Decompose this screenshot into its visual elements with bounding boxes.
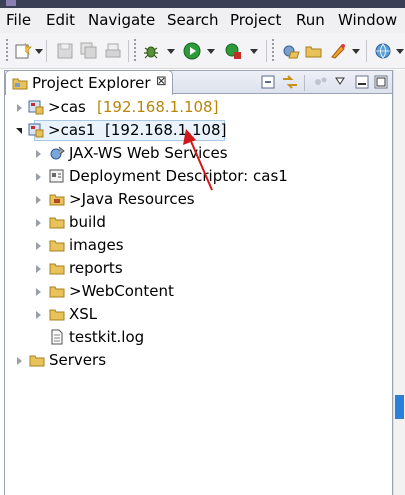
folder-icon — [49, 286, 65, 298]
deploy-icon[interactable] — [329, 42, 347, 60]
collapse-all-icon[interactable] — [261, 75, 275, 89]
tree-item-label: reports — [69, 259, 123, 277]
minimize-view-icon[interactable] — [355, 75, 369, 89]
debug-icon[interactable] — [142, 42, 160, 60]
link-with-editor-icon[interactable] — [281, 74, 299, 90]
menu-navigate[interactable]: Navigate — [88, 8, 155, 33]
server-project-icon — [28, 123, 44, 138]
expand-arrow-icon[interactable] — [36, 265, 41, 273]
tree-item-label: >WebContent — [69, 282, 174, 300]
vertical-scrollbar[interactable] — [393, 70, 405, 495]
deploy-dropdown-arrow[interactable] — [352, 49, 360, 54]
tree-item-testkit-log[interactable]: testkit.log — [5, 326, 389, 349]
folder-icon — [49, 217, 65, 229]
tree-item-label: >cas1 — [48, 121, 96, 139]
java-resources-icon — [49, 194, 65, 206]
close-tab-icon[interactable]: ⊠ — [156, 74, 167, 89]
tree-item-label: >cas — [48, 98, 86, 116]
tree-item-build[interactable]: build — [5, 211, 389, 234]
tree-item-xsl[interactable]: XSL — [5, 303, 389, 326]
toolbar-separator — [266, 40, 267, 62]
toolbar-separator — [128, 40, 129, 62]
globe-icon[interactable] — [374, 42, 392, 60]
tab-title: Project Explorer — [32, 74, 151, 92]
open-folder-icon[interactable] — [305, 42, 323, 60]
toolbar-grip[interactable] — [134, 39, 136, 63]
filters-icon[interactable] — [313, 75, 329, 89]
expand-arrow-icon[interactable] — [36, 196, 41, 204]
toolbar-grip[interactable] — [272, 39, 274, 63]
tree-item-label: images — [69, 236, 124, 254]
expand-arrow-icon[interactable] — [17, 104, 22, 112]
view-menu-icon[interactable] — [335, 76, 345, 86]
run-icon[interactable] — [183, 42, 201, 60]
debug-dropdown-arrow[interactable] — [167, 49, 175, 54]
menu-bar: File Edit Navigate Search Project Run Wi… — [0, 8, 405, 33]
new-icon[interactable] — [14, 42, 32, 60]
main-toolbar — [0, 33, 405, 69]
expand-arrow-icon[interactable] — [36, 288, 41, 296]
expand-arrow-icon[interactable] — [36, 311, 41, 319]
save-all-icon[interactable] — [80, 42, 98, 60]
external-tools-icon[interactable] — [224, 42, 242, 60]
view-toolbar-separator — [304, 75, 305, 91]
tree-item-webcontent[interactable]: >WebContent — [5, 280, 389, 303]
tree-item-images[interactable]: images — [5, 234, 389, 257]
menu-file[interactable]: File — [6, 8, 31, 33]
expand-arrow-icon[interactable] — [36, 219, 41, 227]
folder-icon — [49, 309, 65, 321]
menu-edit[interactable]: Edit — [46, 8, 75, 33]
scrollbar-thumb[interactable] — [395, 395, 404, 419]
tree-item-cas[interactable]: >cas [192.168.1.108] — [5, 96, 389, 119]
window-titlebar — [0, 0, 405, 8]
tree-item-ip: [192.168.1.108] — [97, 98, 219, 116]
maximize-view-icon[interactable] — [374, 75, 388, 89]
globe-dropdown-arrow[interactable] — [396, 49, 404, 54]
deployment-descriptor-icon — [49, 169, 64, 183]
menu-search[interactable]: Search — [167, 8, 219, 33]
view-tab-strip: Project Explorer ⊠ — [4, 70, 393, 95]
menu-run[interactable]: Run — [296, 8, 325, 33]
open-project-icon[interactable] — [282, 42, 300, 60]
server-project-icon — [28, 100, 44, 115]
tab-project-explorer[interactable]: Project Explorer ⊠ — [5, 70, 173, 95]
tree-item-servers[interactable]: Servers — [5, 349, 389, 372]
collapse-arrow-icon[interactable] — [16, 128, 22, 134]
toolbar-separator — [366, 40, 367, 62]
print-icon[interactable] — [104, 42, 122, 60]
tree-item-label: testkit.log — [69, 328, 145, 346]
project-explorer-icon — [12, 78, 28, 90]
tree-item-label: build — [69, 213, 106, 231]
menu-project[interactable]: Project — [230, 8, 281, 33]
save-icon[interactable] — [56, 42, 74, 60]
tree-item-label: Servers — [49, 351, 107, 369]
folder-icon — [49, 240, 65, 252]
expand-arrow-icon[interactable] — [36, 150, 41, 158]
new-dropdown-arrow[interactable] — [35, 49, 43, 54]
annotation-arrow-icon — [183, 129, 213, 191]
menu-window[interactable]: Window — [338, 8, 397, 33]
folder-icon — [49, 263, 65, 275]
external-tools-dropdown-arrow[interactable] — [250, 49, 258, 54]
file-icon — [51, 329, 63, 345]
expand-arrow-icon[interactable] — [36, 242, 41, 250]
folder-icon — [29, 355, 45, 367]
tree-item-label: XSL — [69, 305, 98, 323]
web-services-icon — [50, 146, 65, 160]
expand-arrow-icon[interactable] — [36, 173, 41, 181]
expand-arrow-icon[interactable] — [17, 357, 22, 365]
eclipse-app-icon — [6, 0, 16, 6]
run-dropdown-arrow[interactable] — [207, 49, 215, 54]
toolbar-separator — [46, 40, 47, 62]
toolbar-grip[interactable] — [6, 39, 8, 63]
tree-item-reports[interactable]: reports — [5, 257, 389, 280]
